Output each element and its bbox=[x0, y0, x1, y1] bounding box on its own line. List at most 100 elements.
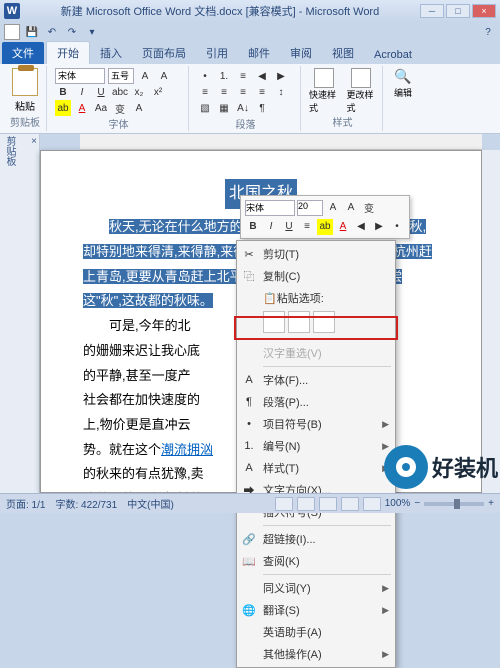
font-size-box[interactable]: 五号 bbox=[108, 68, 134, 84]
mini-italic-button[interactable]: I bbox=[263, 219, 279, 235]
subscript-button[interactable]: x₂ bbox=[131, 84, 147, 100]
zoom-in-button[interactable]: + bbox=[488, 498, 494, 509]
view-fullscreen-icon[interactable] bbox=[297, 497, 315, 511]
ribbon-group-paragraph: • 1. ≡ ◀ ▶ ≡ ≡ ≡ ≡ ↕ ▧ ▦ A↓ ¶ 段落 bbox=[191, 66, 301, 131]
menu-numbering[interactable]: 1.编号(N)▶ bbox=[237, 435, 395, 457]
redo-icon[interactable]: ↷ bbox=[64, 24, 80, 40]
tab-view[interactable]: 视图 bbox=[322, 42, 364, 64]
borders-icon[interactable]: ▦ bbox=[216, 100, 232, 116]
font-name-box[interactable]: 宋体 bbox=[55, 68, 105, 84]
minimize-button[interactable]: ─ bbox=[420, 4, 444, 18]
maximize-button[interactable]: □ bbox=[446, 4, 470, 18]
superscript-button[interactable]: x² bbox=[150, 84, 166, 100]
tab-review[interactable]: 审阅 bbox=[280, 42, 322, 64]
tab-layout[interactable]: 页面布局 bbox=[132, 42, 196, 64]
mini-bullets-icon[interactable]: • bbox=[389, 219, 405, 235]
mini-align-icon[interactable]: ≡ bbox=[299, 219, 315, 235]
bold-button[interactable]: B bbox=[55, 84, 71, 100]
zoom-slider[interactable] bbox=[424, 502, 484, 506]
editing-button[interactable]: 🔍 编辑 bbox=[391, 68, 415, 99]
char-border-button[interactable]: A bbox=[131, 100, 147, 116]
mini-font-name[interactable]: 宋体 bbox=[245, 200, 295, 216]
menu-styles[interactable]: A样式(T)▶ bbox=[237, 457, 395, 479]
hyperlink-text[interactable]: 潮流拥汹 bbox=[161, 442, 213, 457]
mini-indent-dec-icon[interactable]: ◀ bbox=[353, 219, 369, 235]
mini-highlight-icon[interactable]: ab bbox=[317, 219, 333, 235]
paste-button[interactable]: 粘贴 bbox=[10, 68, 40, 113]
sort-icon[interactable]: A↓ bbox=[235, 100, 251, 116]
qat-dropdown-icon[interactable]: ▾ bbox=[84, 24, 100, 40]
tab-home[interactable]: 开始 bbox=[46, 41, 90, 64]
vertical-scrollbar[interactable] bbox=[482, 150, 500, 493]
paste-option-merge[interactable] bbox=[288, 311, 310, 333]
bullets-icon[interactable]: • bbox=[197, 68, 213, 84]
save-icon[interactable]: 💾 bbox=[24, 24, 40, 40]
close-button[interactable]: × bbox=[472, 4, 496, 18]
title-bar: W 新建 Microsoft Office Word 文档.docx [兼容模式… bbox=[0, 0, 500, 22]
mini-style-icon[interactable]: 变 bbox=[361, 200, 377, 216]
phonetic-button[interactable]: 变 bbox=[112, 100, 128, 116]
clipboard-pane-close[interactable]: × bbox=[31, 136, 37, 166]
align-right-icon[interactable]: ≡ bbox=[235, 84, 251, 100]
tab-references[interactable]: 引用 bbox=[196, 42, 238, 64]
status-word-count[interactable]: 字数: 422/731 bbox=[55, 496, 117, 511]
view-outline-icon[interactable] bbox=[341, 497, 359, 511]
view-print-layout-icon[interactable] bbox=[275, 497, 293, 511]
tab-file[interactable]: 文件 bbox=[2, 42, 44, 64]
menu-separator bbox=[263, 525, 391, 526]
menu-paragraph[interactable]: ¶段落(P)... bbox=[237, 391, 395, 413]
shading-icon[interactable]: ▧ bbox=[197, 100, 213, 116]
context-menu: ✂剪切(T) ⿻复制(C) 📋粘贴选项: 汉字重选(V) A字体(F)... ¶… bbox=[236, 240, 396, 668]
mini-font-size[interactable]: 20 bbox=[297, 200, 323, 216]
mini-fontcolor-icon[interactable]: A bbox=[335, 219, 351, 235]
mini-shrink-icon[interactable]: A bbox=[343, 200, 359, 216]
grow-font-icon[interactable]: A bbox=[137, 68, 153, 84]
indent-dec-icon[interactable]: ◀ bbox=[254, 68, 270, 84]
undo-icon[interactable]: ↶ bbox=[44, 24, 60, 40]
align-center-icon[interactable]: ≡ bbox=[216, 84, 232, 100]
highlight-button[interactable]: ab bbox=[55, 100, 71, 116]
change-styles-button[interactable]: 更改样式 bbox=[347, 68, 377, 114]
mini-underline-button[interactable]: U bbox=[281, 219, 297, 235]
view-web-icon[interactable] bbox=[319, 497, 337, 511]
tab-acrobat[interactable]: Acrobat bbox=[364, 46, 422, 64]
clear-format-button[interactable]: Aa bbox=[93, 100, 109, 116]
menu-synonyms[interactable]: 同义词(Y)▶ bbox=[237, 577, 395, 599]
italic-button[interactable]: I bbox=[74, 84, 90, 100]
multilevel-icon[interactable]: ≡ bbox=[235, 68, 251, 84]
underline-button[interactable]: U bbox=[93, 84, 109, 100]
status-page[interactable]: 页面: 1/1 bbox=[6, 496, 45, 511]
menu-lookup[interactable]: 📖查阅(K) bbox=[237, 550, 395, 572]
line-spacing-icon[interactable]: ↕ bbox=[273, 84, 289, 100]
zoom-out-button[interactable]: − bbox=[414, 498, 420, 509]
font-color-button[interactable]: A bbox=[74, 100, 90, 116]
show-marks-icon[interactable]: ¶ bbox=[254, 100, 270, 116]
menu-translate[interactable]: 🌐翻译(S)▶ bbox=[237, 599, 395, 621]
align-left-icon[interactable]: ≡ bbox=[197, 84, 213, 100]
menu-font[interactable]: A字体(F)... bbox=[237, 369, 395, 391]
help-icon[interactable]: ? bbox=[480, 24, 496, 40]
status-language[interactable]: 中文(中国) bbox=[127, 496, 174, 511]
strike-button[interactable]: abc bbox=[112, 84, 128, 100]
menu-english-assistant[interactable]: 英语助手(A) bbox=[237, 621, 395, 643]
menu-bullets[interactable]: •项目符号(B)▶ bbox=[237, 413, 395, 435]
mini-bold-button[interactable]: B bbox=[245, 219, 261, 235]
tab-insert[interactable]: 插入 bbox=[90, 42, 132, 64]
view-draft-icon[interactable] bbox=[363, 497, 381, 511]
mini-indent-inc-icon[interactable]: ▶ bbox=[371, 219, 387, 235]
menu-cut[interactable]: ✂剪切(T) bbox=[237, 243, 395, 265]
horizontal-ruler[interactable] bbox=[80, 134, 482, 150]
quick-styles-button[interactable]: 快速样式 bbox=[309, 68, 339, 114]
numbering-icon[interactable]: 1. bbox=[216, 68, 232, 84]
menu-other-actions[interactable]: 其他操作(A)▶ bbox=[237, 643, 395, 665]
zoom-level[interactable]: 100% bbox=[385, 498, 411, 509]
menu-hyperlink[interactable]: 🔗超链接(I)... bbox=[237, 528, 395, 550]
shrink-font-icon[interactable]: A bbox=[156, 68, 172, 84]
paste-option-keep-source[interactable] bbox=[263, 311, 285, 333]
tab-mailings[interactable]: 邮件 bbox=[238, 42, 280, 64]
menu-copy[interactable]: ⿻复制(C) bbox=[237, 265, 395, 287]
align-justify-icon[interactable]: ≡ bbox=[254, 84, 270, 100]
paste-option-text-only[interactable] bbox=[313, 311, 335, 333]
mini-grow-icon[interactable]: A bbox=[325, 200, 341, 216]
indent-inc-icon[interactable]: ▶ bbox=[273, 68, 289, 84]
